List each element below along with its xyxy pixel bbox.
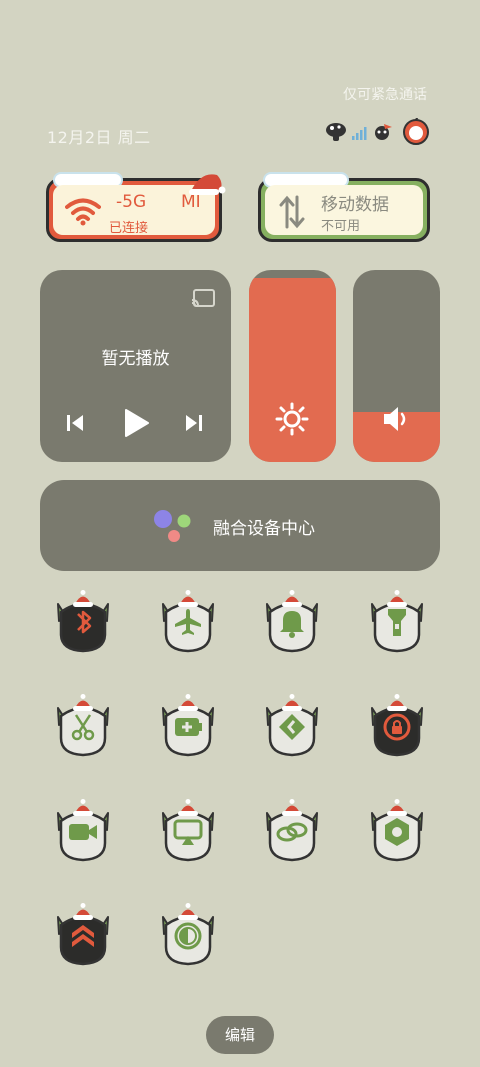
santa-hat-icon	[178, 799, 198, 816]
media-title: 暂无播放	[101, 349, 170, 369]
edit-button[interactable]: 编辑	[206, 1016, 274, 1054]
mobile-data-toggle[interactable]: 移动数据 不可用	[258, 172, 430, 242]
santa-hat-icon	[73, 590, 93, 607]
santa-hat-icon	[73, 903, 93, 920]
device-center-icon	[154, 510, 191, 542]
wifi-status: 已连接	[109, 221, 149, 236]
tile-ring[interactable]	[259, 590, 325, 660]
tile-flashlight[interactable]	[364, 590, 430, 660]
tile-bluetooth[interactable]	[50, 590, 116, 660]
mascot-icon	[375, 124, 392, 140]
contrast-icon	[174, 922, 202, 950]
santa-hat-icon	[189, 174, 226, 195]
santa-hat-icon	[387, 799, 407, 816]
volume-slider[interactable]	[353, 270, 440, 462]
device-center-label: 融合设备中心	[213, 519, 315, 539]
tile-performance[interactable]	[50, 903, 116, 973]
tile-screenshot[interactable]	[50, 694, 116, 764]
media-player: 暂无播放	[40, 270, 231, 462]
mushroom-icon	[326, 123, 346, 141]
tile-settings[interactable]	[364, 799, 430, 869]
mobile-data-status: 不可用	[321, 219, 361, 234]
cast-icon[interactable]	[190, 288, 216, 310]
wifi-name: -5G	[116, 192, 147, 212]
battery-plus-icon	[175, 718, 202, 736]
santa-hat-icon	[282, 694, 302, 711]
santa-hat-icon	[282, 590, 302, 607]
santa-hat-icon	[178, 590, 198, 607]
next-icon[interactable]	[183, 412, 205, 434]
tile-link[interactable]	[259, 799, 325, 869]
santa-hat-icon	[178, 694, 198, 711]
tile-nearby-share[interactable]	[259, 694, 325, 764]
date-label: 12月2日 周二	[47, 128, 151, 147]
mobile-data-title: 移动数据	[321, 195, 389, 215]
data-arrows-icon	[279, 195, 305, 229]
signal-icon	[352, 127, 367, 140]
santa-hat-icon	[178, 903, 198, 920]
emergency-call-status: 仅可紧急通话	[343, 87, 427, 103]
tile-screen-cast[interactable]	[155, 799, 221, 869]
wifi-icon	[65, 198, 101, 226]
device-center-button[interactable]: 融合设备中心	[40, 480, 440, 571]
santa-hat-icon	[282, 799, 302, 816]
santa-hat-icon	[387, 590, 407, 607]
tile-airplane[interactable]	[155, 590, 221, 660]
tile-screen-record[interactable]	[50, 799, 116, 869]
santa-hat-icon	[387, 694, 407, 711]
brightness-slider[interactable]	[249, 270, 336, 462]
sun-icon	[275, 402, 309, 436]
santa-hat-icon	[73, 799, 93, 816]
speaker-icon	[384, 407, 406, 431]
tile-battery-saver[interactable]	[155, 694, 221, 764]
battery-icon	[403, 115, 429, 145]
play-icon[interactable]	[122, 408, 150, 438]
tile-dark-mode[interactable]	[155, 903, 221, 973]
status-icons	[322, 115, 434, 146]
wifi-toggle[interactable]: -5G MI 已连接	[46, 172, 226, 242]
santa-hat-icon	[73, 694, 93, 711]
previous-icon[interactable]	[64, 412, 86, 434]
tile-rotation-lock[interactable]	[364, 694, 430, 764]
